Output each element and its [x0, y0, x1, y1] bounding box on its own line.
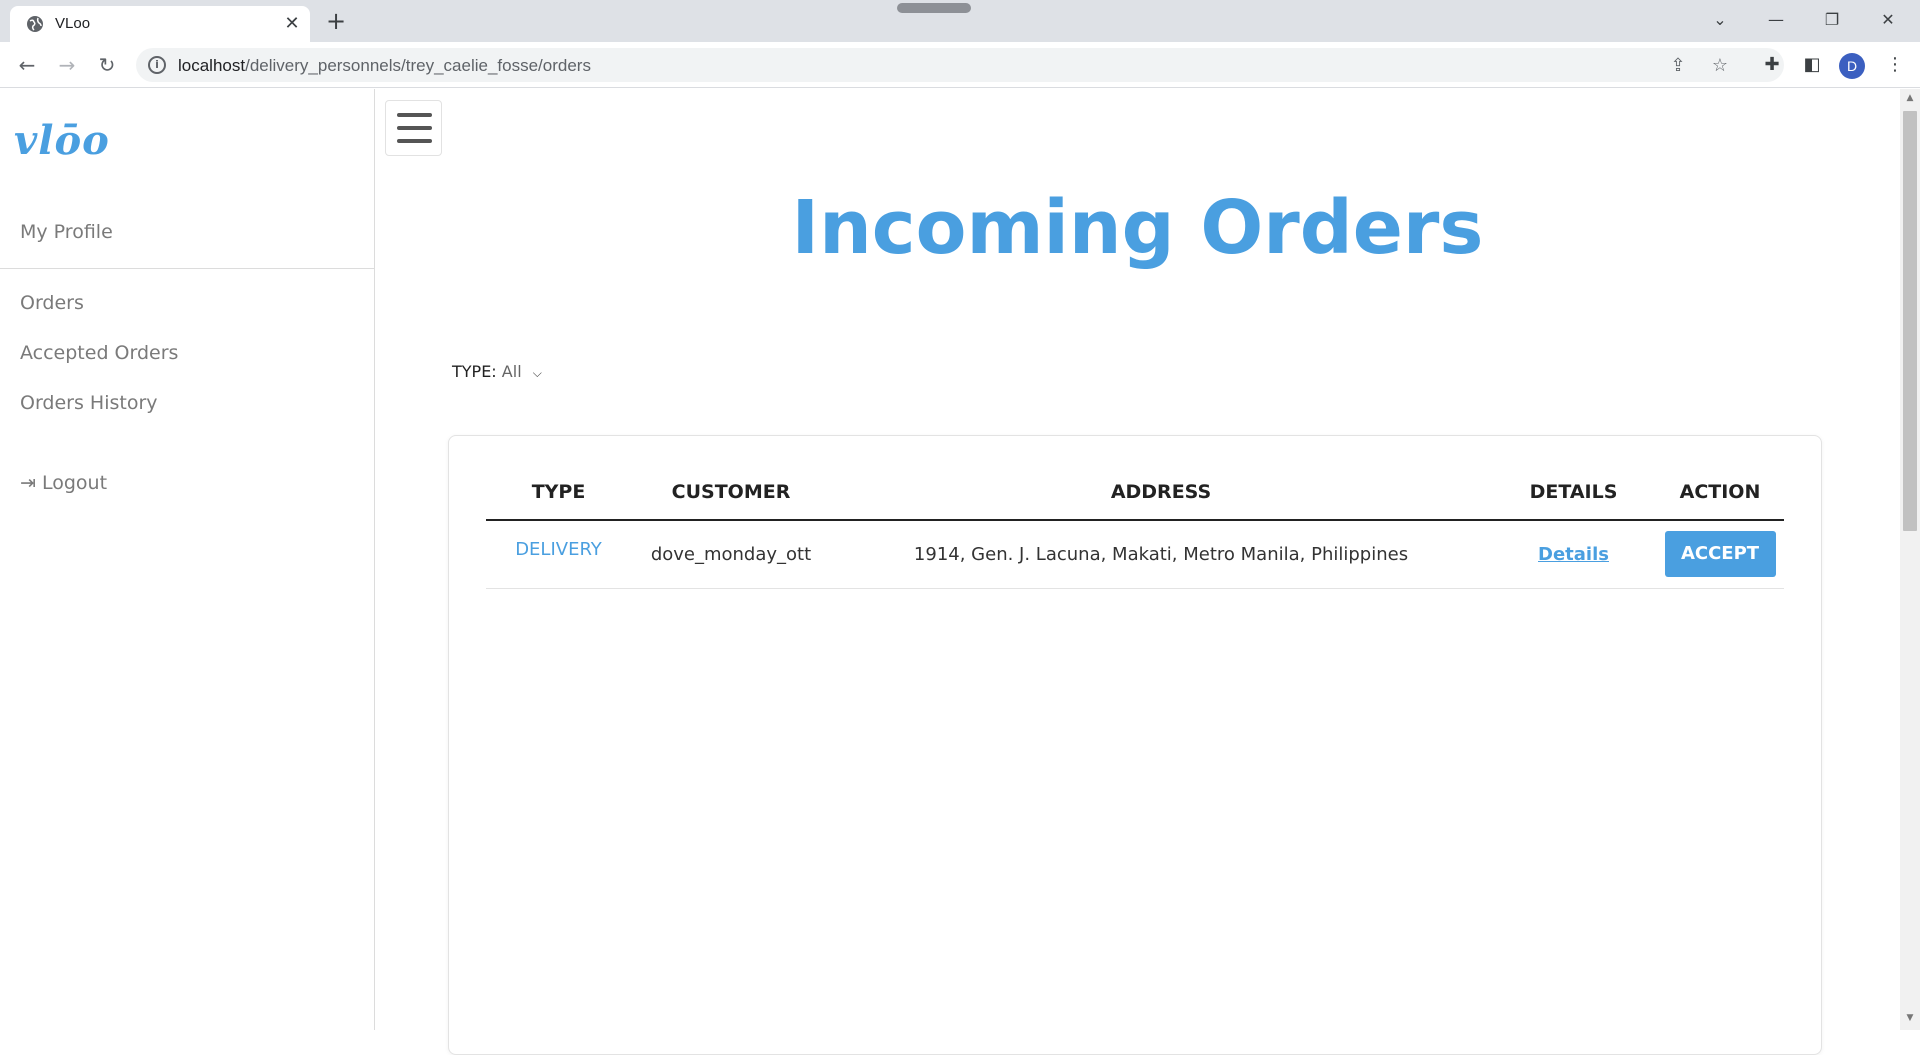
table-row: DELIVERY dove_monday_ott 1914, Gen. J. L…: [486, 520, 1784, 589]
type-filter-value: All: [501, 362, 522, 381]
browser-menu-icon[interactable]: ⋮: [1880, 50, 1910, 80]
url-text: localhost/delivery_personnels/trey_caeli…: [178, 56, 591, 75]
profile-avatar[interactable]: D: [1839, 53, 1865, 79]
side-panel-icon[interactable]: ◧: [1797, 50, 1827, 80]
orders-table: TYPE CUSTOMER ADDRESS DETAILS ACTION DEL…: [486, 464, 1784, 589]
details-link[interactable]: Details: [1538, 544, 1609, 565]
column-header-customer: CUSTOMER: [631, 464, 831, 521]
tab-search-icon[interactable]: ⌄: [1692, 6, 1748, 34]
tab-close-icon[interactable]: ✕: [280, 12, 304, 36]
chevron-down-icon: ⌵: [532, 366, 542, 380]
browser-tab[interactable]: VLoo ✕: [10, 6, 310, 42]
restore-icon[interactable]: ❐: [1804, 6, 1860, 34]
column-header-address: ADDRESS: [831, 464, 1491, 521]
share-icon[interactable]: ⇪: [1666, 54, 1690, 78]
globe-icon: [27, 16, 43, 32]
order-customer: dove_monday_ott: [631, 520, 831, 589]
accept-button[interactable]: ACCEPT: [1664, 531, 1776, 578]
page-scrollbar[interactable]: ▲ ▼: [1900, 89, 1920, 1030]
table-header-row: TYPE CUSTOMER ADDRESS DETAILS ACTION: [486, 464, 1784, 521]
order-action-cell: ACCEPT: [1656, 520, 1784, 589]
sidebar-item-orders[interactable]: Orders: [20, 292, 84, 314]
hamburger-menu-button[interactable]: [385, 100, 442, 156]
order-type: DELIVERY: [486, 520, 631, 589]
scroll-up-arrow-icon[interactable]: ▲: [1904, 93, 1916, 105]
minimize-icon[interactable]: —: [1748, 6, 1804, 34]
scrollbar-thumb[interactable]: [1903, 111, 1917, 531]
sidebar-item-my-profile[interactable]: My Profile: [20, 221, 113, 243]
extensions-puzzle-icon[interactable]: ✚: [1757, 50, 1787, 80]
sidebar-item-accepted-orders[interactable]: Accepted Orders: [20, 342, 178, 364]
browser-tabstrip: VLoo ✕ + ⌄ — ❐ ✕: [0, 0, 1920, 42]
back-arrow-icon[interactable]: ←: [12, 50, 42, 80]
type-filter-dropdown[interactable]: TYPE: All ⌵: [452, 362, 542, 381]
column-header-action: ACTION: [1656, 464, 1784, 521]
sidebar-item-orders-history[interactable]: Orders History: [20, 392, 158, 414]
bookmark-star-icon[interactable]: ☆: [1708, 54, 1732, 78]
orders-card: TYPE CUSTOMER ADDRESS DETAILS ACTION DEL…: [448, 435, 1822, 1055]
page: vlōo My Profile Orders Accepted Orders O…: [0, 89, 1900, 1055]
window-close-icon[interactable]: ✕: [1860, 6, 1916, 34]
page-title: Incoming Orders: [791, 185, 1484, 271]
address-bar[interactable]: i localhost/delivery_personnels/trey_cae…: [136, 48, 1784, 82]
reload-icon[interactable]: ↻: [92, 50, 122, 80]
site-info-icon[interactable]: i: [148, 56, 166, 74]
column-header-type: TYPE: [486, 464, 631, 521]
sidebar-divider: [0, 268, 375, 269]
type-filter-label: TYPE:: [452, 362, 497, 381]
window-drag-handle[interactable]: [897, 3, 971, 13]
sidebar-item-logout[interactable]: ⇥ Logout: [20, 472, 107, 494]
forward-arrow-icon[interactable]: →: [52, 50, 82, 80]
order-address: 1914, Gen. J. Lacuna, Makati, Metro Mani…: [831, 520, 1491, 589]
sidebar: vlōo My Profile Orders Accepted Orders O…: [0, 89, 375, 1030]
column-header-details: DETAILS: [1491, 464, 1656, 521]
logout-icon: ⇥: [20, 472, 36, 494]
vloo-logo[interactable]: vlōo: [14, 117, 114, 165]
order-details-cell: Details: [1491, 520, 1656, 589]
browser-toolbar: ← → ↻ i localhost/delivery_personnels/tr…: [0, 42, 1920, 88]
tab-title: VLoo: [55, 15, 91, 32]
new-tab-button[interactable]: +: [322, 8, 350, 36]
scroll-down-arrow-icon[interactable]: ▼: [1904, 1013, 1916, 1025]
